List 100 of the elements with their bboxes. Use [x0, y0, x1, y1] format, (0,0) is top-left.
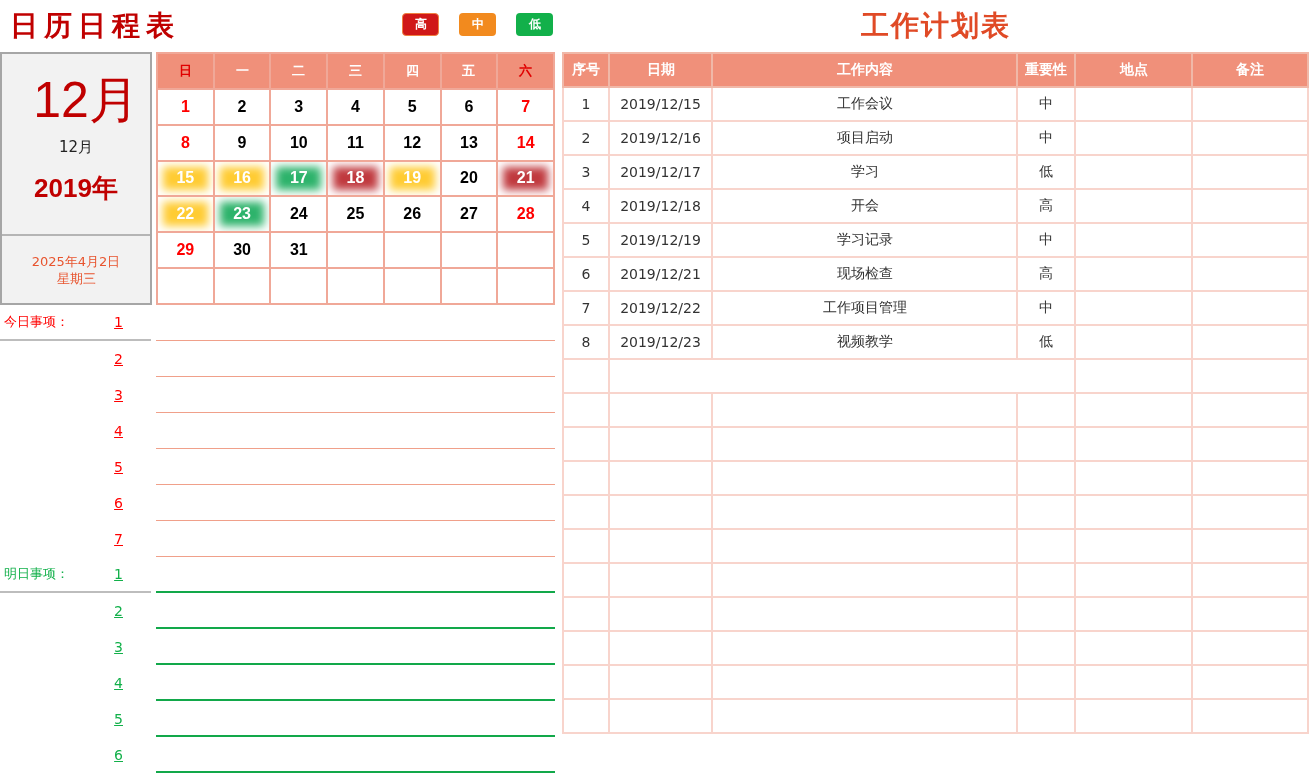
priority-legend-tag: 低 [516, 12, 553, 36]
table-cell: 5 [563, 223, 609, 257]
empty-table-cell [563, 665, 609, 699]
empty-table-cell [563, 597, 609, 631]
empty-table-cell [563, 495, 609, 529]
task-number-link[interactable]: 5 [114, 459, 123, 475]
calendar-day[interactable]: 31 [271, 233, 329, 270]
calendar-day[interactable]: 3 [271, 89, 329, 126]
section-label: 今日事项： [4, 313, 69, 331]
table-cell: 7 [563, 291, 609, 325]
table-cell: 低 [1017, 155, 1075, 189]
weekday-header: 六 [498, 54, 555, 90]
task-number-link[interactable]: 7 [114, 531, 123, 547]
table-cell: 项目启动 [712, 121, 1017, 155]
task-number-link[interactable]: 4 [114, 675, 123, 691]
table-cell: 中 [1017, 121, 1075, 155]
empty-calendar-cell [328, 269, 385, 305]
calendar-day[interactable]: 5 [384, 89, 442, 126]
table-cell: 中 [1017, 291, 1075, 325]
calendar-day[interactable]: 28 [498, 197, 555, 234]
empty-table-cell [563, 563, 609, 597]
empty-table-cell [563, 393, 609, 427]
task-number-link[interactable]: 6 [114, 495, 123, 511]
table-cell: 视频教学 [712, 325, 1017, 359]
empty-table-cell [563, 359, 609, 393]
table-cell: 2019/12/18 [609, 189, 712, 223]
calendar-day[interactable]: 7 [498, 89, 555, 126]
table-cell: 6 [563, 257, 609, 291]
table-cell: 2019/12/19 [609, 223, 712, 257]
calendar-day[interactable]: 23 [214, 197, 272, 234]
task-number-link[interactable]: 3 [114, 639, 123, 655]
column-header: 日期 [609, 53, 712, 87]
table-cell: 4 [563, 189, 609, 223]
weekday-header: 二 [271, 54, 329, 90]
weekday-header: 日 [158, 54, 215, 90]
empty-calendar-cell [441, 233, 499, 270]
empty-table-cell [563, 461, 609, 495]
task-number-link[interactable]: 5 [114, 711, 123, 727]
empty-calendar-cell [271, 269, 329, 305]
column-header: 备注 [1192, 53, 1308, 87]
table-cell: 工作会议 [712, 87, 1017, 121]
calendar-day[interactable]: 6 [441, 89, 499, 126]
today-date: 2025年4月2日 [31, 252, 121, 270]
empty-calendar-cell [498, 233, 555, 270]
empty-table-cell [563, 427, 609, 461]
empty-table-cell [1017, 665, 1075, 699]
task-number-link[interactable]: 4 [114, 423, 123, 439]
column-header: 重要性 [1017, 53, 1075, 87]
table-cell: 3 [563, 155, 609, 189]
table-cell: 2019/12/21 [609, 257, 712, 291]
calendar-day[interactable]: 17 [271, 161, 329, 198]
empty-table-cell [1017, 427, 1075, 461]
month-label: 12月 [58, 138, 94, 157]
task-number-link[interactable]: 1 [114, 314, 123, 330]
weekday-header: 四 [384, 54, 442, 90]
page-title: 日历日程表 [10, 9, 180, 43]
table-cell: 高 [1017, 189, 1075, 223]
calendar-day[interactable]: 2 [214, 89, 272, 126]
calendar-day[interactable]: 18 [328, 161, 385, 198]
empty-table-cell [563, 529, 609, 563]
task-number-link[interactable]: 2 [114, 603, 123, 619]
empty-table-cell [1017, 393, 1075, 427]
table-cell: 1 [563, 87, 609, 121]
calendar-day[interactable]: 4 [328, 89, 385, 126]
weekday-header: 三 [328, 54, 385, 90]
empty-calendar-cell [384, 269, 442, 305]
calendar-day[interactable]: 25 [328, 197, 385, 234]
table-cell: 8 [563, 325, 609, 359]
table-cell: 2019/12/15 [609, 87, 712, 121]
empty-calendar-cell [328, 233, 385, 270]
task-number-link[interactable]: 2 [114, 351, 123, 367]
calendar-day[interactable]: 13 [441, 125, 499, 162]
calendar-day[interactable]: 30 [214, 233, 272, 270]
calendar-day[interactable]: 24 [271, 197, 329, 234]
table-cell: 学习 [712, 155, 1017, 189]
empty-calendar-cell [441, 269, 499, 305]
calendar-day[interactable]: 29 [158, 233, 215, 270]
empty-table-cell [1017, 563, 1075, 597]
calendar-day[interactable]: 21 [498, 161, 555, 198]
table-cell: 学习记录 [712, 223, 1017, 257]
task-number-link[interactable]: 1 [114, 566, 123, 582]
empty-table-cell [1017, 495, 1075, 529]
column-header: 工作内容 [712, 53, 1017, 87]
calendar-day[interactable]: 27 [441, 197, 499, 234]
calendar-day[interactable]: 1 [158, 89, 215, 126]
table-cell: 开会 [712, 189, 1017, 223]
table-cell: 低 [1017, 325, 1075, 359]
table-cell: 2019/12/17 [609, 155, 712, 189]
priority-legend-tag: 高 [402, 12, 439, 36]
year-label: 2019年 [34, 172, 118, 205]
task-number-link[interactable]: 3 [114, 387, 123, 403]
table-cell: 2019/12/22 [609, 291, 712, 325]
section-label: 明日事项： [4, 565, 69, 583]
table-cell: 高 [1017, 257, 1075, 291]
calendar-day[interactable]: 26 [384, 197, 442, 234]
empty-calendar-cell [384, 233, 442, 270]
table-cell: 中 [1017, 223, 1075, 257]
empty-table-cell [563, 699, 609, 733]
empty-table-cell [1017, 529, 1075, 563]
task-number-link[interactable]: 6 [114, 747, 123, 763]
